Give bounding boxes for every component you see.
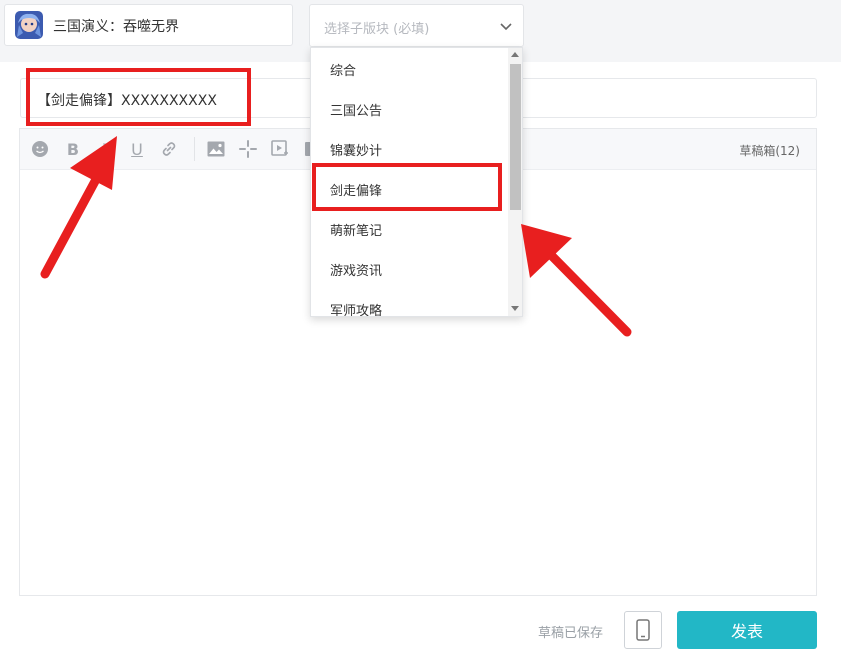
italic-icon[interactable]: I: [95, 139, 115, 159]
chevron-down-icon: [500, 23, 512, 31]
dropdown-option[interactable]: 三国公告: [330, 100, 382, 119]
subforum-select[interactable]: 选择子版块 (必填): [309, 4, 524, 47]
toolbar-divider: [194, 137, 195, 161]
emoji-icon[interactable]: [30, 139, 50, 159]
phone-icon: [636, 619, 650, 641]
scrollbar-thumb[interactable]: [510, 64, 521, 210]
video-icon[interactable]: [270, 139, 290, 159]
bold-icon[interactable]: B: [63, 139, 83, 159]
game-avatar: [15, 11, 43, 39]
game-tag[interactable]: 三国演义：吞噬无界: [4, 4, 293, 46]
image-icon[interactable]: [206, 139, 226, 159]
dropdown-scrollbar[interactable]: [508, 48, 522, 316]
dropdown-option[interactable]: 综合: [330, 60, 356, 79]
sparkle-icon[interactable]: [238, 139, 258, 159]
dropdown-option[interactable]: 锦囊妙计: [330, 140, 382, 159]
subforum-placeholder: 选择子版块 (必填): [324, 22, 430, 37]
draft-saved-status: 草稿已保存: [538, 626, 604, 641]
dropdown-option[interactable]: 萌新笔记: [330, 220, 382, 239]
publish-button[interactable]: 发表: [677, 611, 817, 649]
link-icon[interactable]: [159, 139, 179, 159]
dropdown-option[interactable]: 游戏资讯: [330, 260, 382, 279]
scroll-up-icon[interactable]: [511, 52, 519, 57]
scroll-down-icon[interactable]: [511, 306, 519, 311]
underline-icon[interactable]: U: [127, 139, 147, 159]
annotation-box-option: [312, 163, 502, 211]
draft-box-link[interactable]: 草稿箱(12): [739, 142, 800, 159]
annotation-box-title: [26, 68, 251, 126]
game-name: 三国演义：吞噬无界: [53, 19, 179, 35]
dropdown-option[interactable]: 军师攻略: [330, 300, 382, 316]
mobile-preview-button[interactable]: [624, 611, 662, 649]
